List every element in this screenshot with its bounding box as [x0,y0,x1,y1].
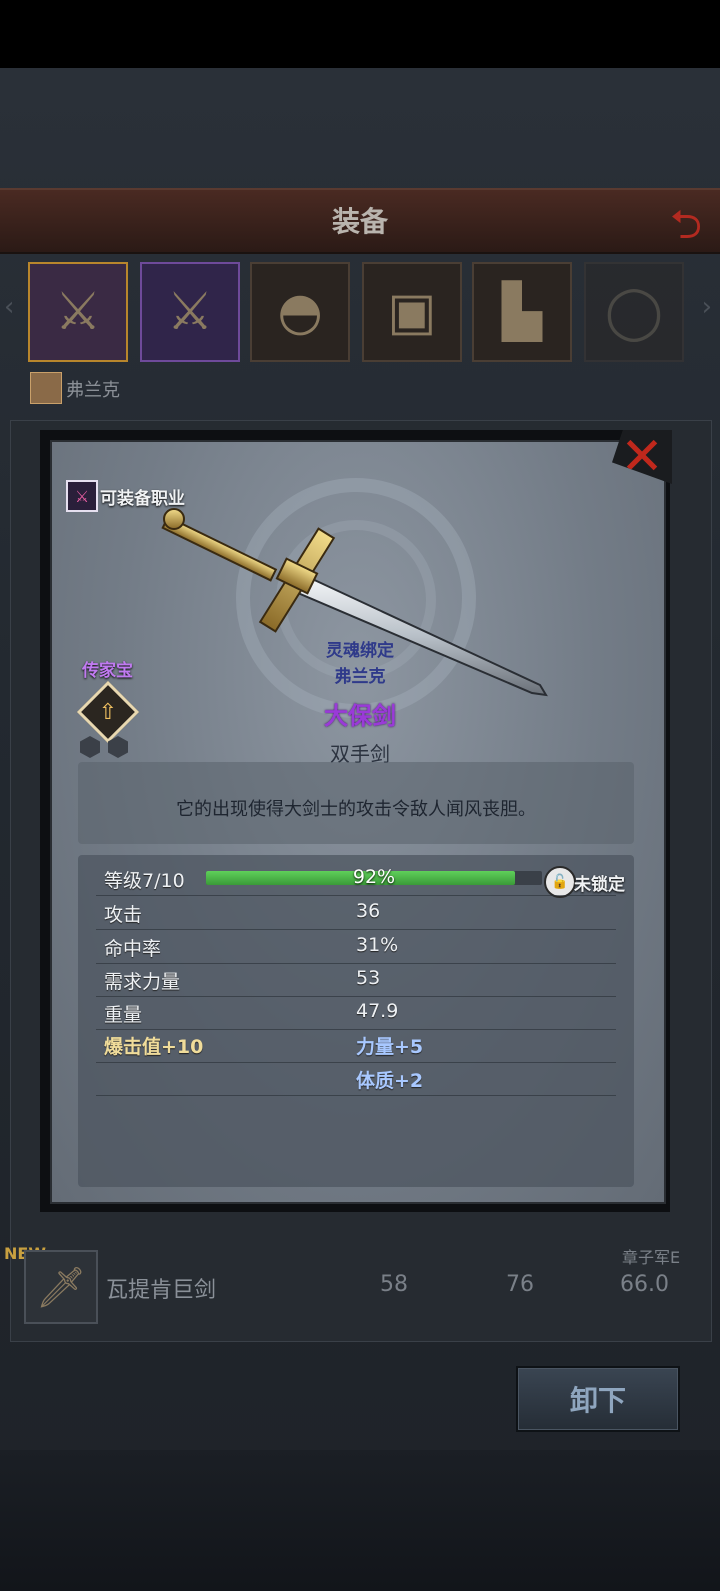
divider [96,1062,616,1063]
stat-accuracy-label: 命中率 [104,938,162,960]
soulbound-label: 灵魂绑定 [326,641,394,661]
back-arrow-icon[interactable]: ⮌ [670,196,702,264]
bonus-constitution: 体质+2 [356,1070,424,1092]
equip-slot-ring[interactable]: ◯ [584,262,684,362]
list-item-tag: 章子军E [622,1248,681,1267]
helmet-icon: ◓ [277,282,323,342]
equip-slot-weapon-main[interactable]: ⚔ [28,262,128,362]
crossed-swords-icon: ⚔ [166,282,214,342]
level-label: 等级7/10 [104,870,185,892]
stat-accuracy-value: 31% [356,934,399,956]
xp-percent: 92% [352,866,396,888]
divider [96,929,616,930]
stat-attack-value: 36 [356,900,381,922]
page-title: 装备 [331,205,388,238]
armor-icon: ▣ [387,282,437,342]
list-item-name[interactable]: 瓦提肯巨剑 [106,1272,216,1304]
list-item-weight: 66.0 [620,1272,669,1297]
divider [96,1029,616,1030]
stat-strength-req-label: 需求力量 [104,971,181,993]
status-bar [0,0,720,68]
divider [96,996,616,997]
divider [96,963,616,964]
boots-icon: ▙ [502,282,542,342]
list-item-attack: 58 [380,1272,408,1297]
divider [96,895,616,896]
sword-icon: 🗡 [35,1264,87,1311]
item-name: 大保剑 [324,702,396,730]
list-item-accuracy: 76 [506,1272,534,1297]
stat-weight-label: 重量 [104,1004,143,1026]
crossed-swords-icon: ⚔ [54,282,102,342]
stat-strength-req-value: 53 [356,967,381,989]
equip-slot-boots[interactable]: ▙ [472,262,572,362]
unequip-button[interactable]: 卸下 [516,1366,680,1432]
chevron-right-icon[interactable]: › [702,292,712,322]
lock-icon[interactable]: 🔓 [544,866,576,898]
equip-slot-helmet[interactable]: ◓ [250,262,350,362]
chevron-left-icon[interactable]: ‹ [4,292,14,322]
bonus-strength: 力量+5 [356,1036,424,1058]
item-description: 它的出现使得大剑士的攻击令敌人闻风丧胆。 [176,799,536,820]
stat-attack-label: 攻击 [104,904,143,926]
hero-name: 弗兰克 [66,380,120,401]
divider [96,1095,616,1096]
ring-icon: ◯ [604,282,664,342]
stat-weight-value: 47.9 [356,1000,399,1022]
equip-slot-armor[interactable]: ▣ [362,262,462,362]
equip-slot-weapon-off[interactable]: ⚔ [140,262,240,362]
hero-avatar [30,372,62,404]
class-icon[interactable]: ⚔ [66,480,98,512]
bottom-bar [0,1450,720,1591]
bonus-crit: 爆击值+10 [104,1036,204,1058]
lock-status[interactable]: 未锁定 [574,870,625,895]
soulbound-owner: 弗兰克 [334,667,386,687]
list-item-icon[interactable]: 🗡 [24,1250,98,1324]
